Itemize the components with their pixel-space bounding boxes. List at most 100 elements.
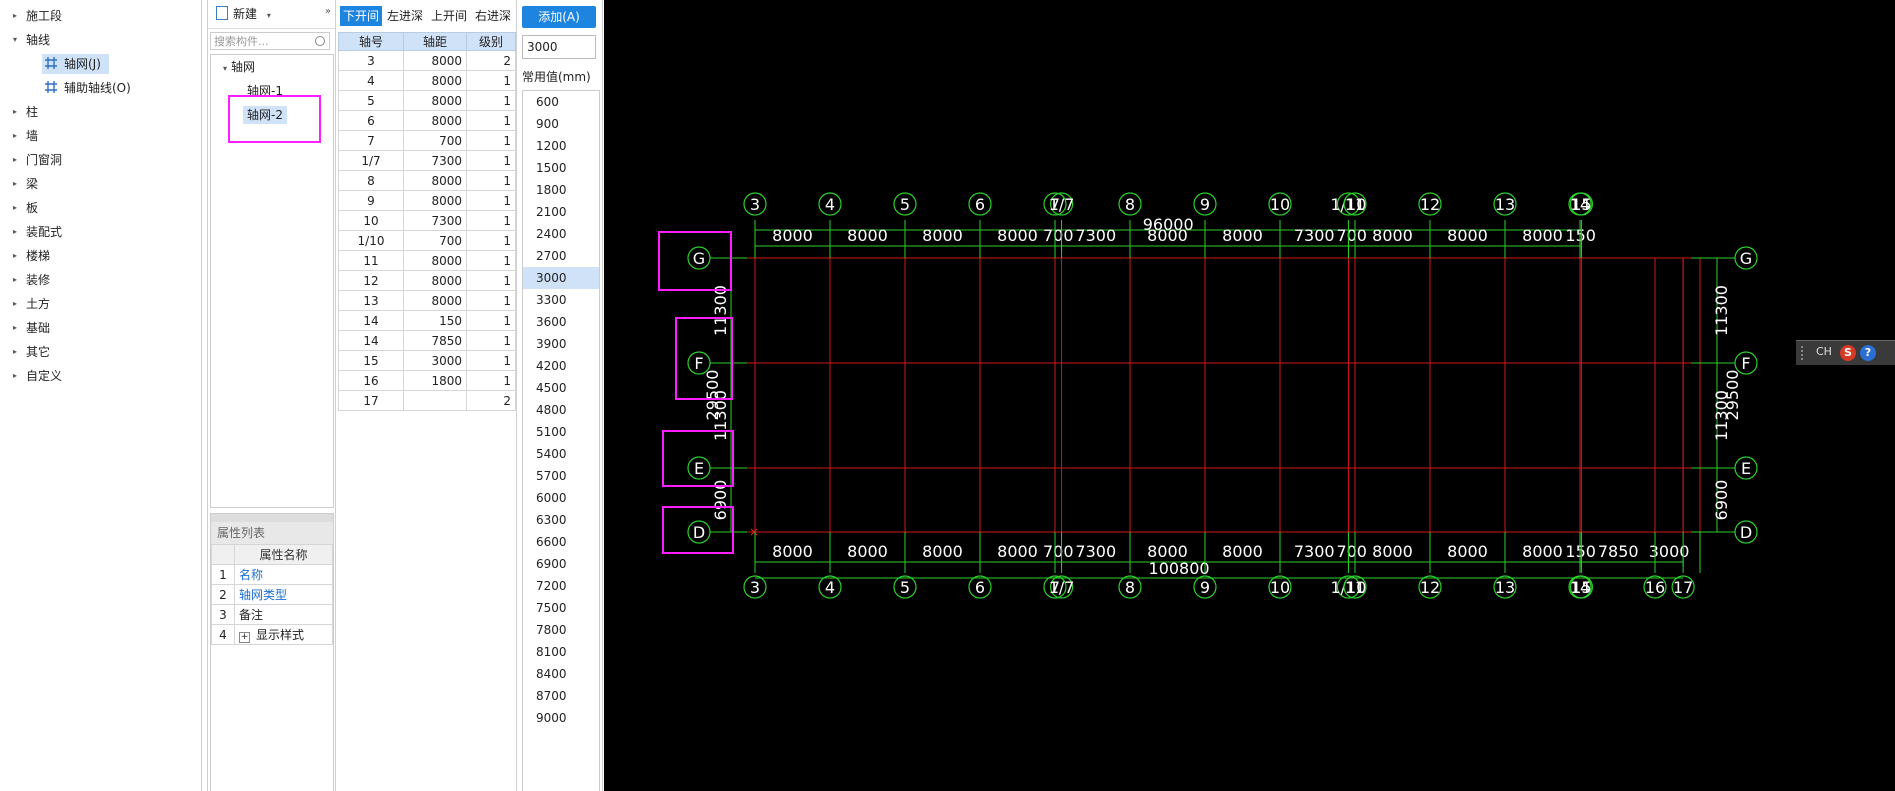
common-value-item[interactable]: 8400 [523,663,599,685]
axis-number-cell[interactable]: 1/10 [338,230,404,251]
axis-distance-cell[interactable]: 8000 [403,270,467,291]
ime-toolbar[interactable]: CH S ? [1796,340,1895,365]
collapsed-arrow-icon[interactable]: ▸ [13,172,23,196]
add-button[interactable]: 添加(A) [522,6,596,28]
axis-number-cell[interactable]: 11 [338,250,404,271]
search-icon[interactable] [315,36,325,46]
axis-number-cell[interactable]: 4 [338,70,404,91]
common-value-item[interactable]: 1800 [523,179,599,201]
axis-distance-cell[interactable]: 8000 [403,50,467,71]
axis-distance-cell[interactable]: 8000 [403,70,467,91]
axis-level-cell[interactable]: 1 [466,230,516,251]
tree-item[interactable]: ▸ 墙 [0,124,201,148]
tab-top-bay[interactable]: 上开间 [428,6,470,26]
common-value-item[interactable]: 2100 [523,201,599,223]
common-value-item[interactable]: 3300 [523,289,599,311]
tab-right-depth[interactable]: 右进深 [472,6,514,26]
collapsed-arrow-icon[interactable]: ▸ [13,100,23,124]
axis-level-cell[interactable]: 1 [466,370,516,391]
tree-item[interactable]: ▾ 轴线 [0,28,201,52]
common-value-item[interactable]: 6600 [523,531,599,553]
component-search-input[interactable]: 搜索构件... [210,32,330,50]
axis-distance-cell[interactable]: 7300 [403,150,467,171]
ime-language-label[interactable]: CH [1816,345,1832,358]
sogou-logo-icon[interactable]: S [1840,345,1856,361]
axis-table-row[interactable]: 14 7850 1 [338,330,516,351]
axis-level-cell[interactable]: 1 [466,290,516,311]
axis-table-row[interactable]: 7 700 1 [338,130,516,151]
axis-level-cell[interactable]: 1 [466,310,516,331]
axis-number-cell[interactable]: 13 [338,290,404,311]
common-value-item[interactable]: 900 [523,113,599,135]
collapsed-arrow-icon[interactable]: ▸ [13,340,23,364]
common-value-item[interactable]: 5400 [523,443,599,465]
axis-number-cell[interactable]: 14 [338,330,404,351]
common-value-item[interactable]: 9000 [523,707,599,729]
axis-distance-cell[interactable]: 8000 [403,250,467,271]
axis-number-cell[interactable]: 12 [338,270,404,291]
new-component-button[interactable]: 新建 ▾ [212,5,275,23]
collapsed-arrow-icon[interactable]: ▸ [13,292,23,316]
tree-item[interactable]: ▸ 土方 [0,292,201,316]
spacing-value-input[interactable]: 3000 [522,35,596,59]
collapsed-arrow-icon[interactable]: ▸ [13,124,23,148]
expand-plus-icon[interactable]: + [239,632,250,643]
axis-table-row[interactable]: 11 8000 1 [338,250,516,271]
common-value-item[interactable]: 6000 [523,487,599,509]
tree-item[interactable]: ▸ 楼梯 [0,244,201,268]
axis-table-row[interactable]: 10 7300 1 [338,210,516,231]
common-value-item[interactable]: 1500 [523,157,599,179]
axis-distance-cell[interactable]: 8000 [403,110,467,131]
axis-level-cell[interactable]: 1 [466,270,516,291]
axis-number-cell[interactable]: 5 [338,90,404,111]
tree-item[interactable]: ▸ 自定义 [0,364,201,388]
common-value-item[interactable]: 1200 [523,135,599,157]
axis-number-cell[interactable]: 6 [338,110,404,131]
help-icon[interactable]: ? [1860,345,1876,361]
axis-number-cell[interactable]: 15 [338,350,404,371]
common-value-item[interactable]: 7500 [523,597,599,619]
common-value-item[interactable]: 3600 [523,311,599,333]
axis-distance-cell[interactable]: 3000 [403,350,467,371]
common-value-item[interactable]: 7200 [523,575,599,597]
common-value-item[interactable]: 5100 [523,421,599,443]
tree-item[interactable]: ▸ 柱 [0,100,201,124]
tree-item[interactable]: ▸ 板 [0,196,201,220]
common-value-item[interactable]: 6300 [523,509,599,531]
axis-level-cell[interactable]: 1 [466,210,516,231]
axis-number-cell[interactable]: 10 [338,210,404,231]
axis-number-cell[interactable]: 14 [338,310,404,331]
axis-distance-cell[interactable] [403,390,467,411]
axis-table-row[interactable]: 1/7 7300 1 [338,150,516,171]
collapsed-arrow-icon[interactable]: ▸ [13,148,23,172]
axis-table-row[interactable]: 6 8000 1 [338,110,516,131]
axis-level-cell[interactable]: 1 [466,250,516,271]
axis-grid-drawing[interactable]: ×8000 8000 8000 8000 700 7300 8000 8000 7300 700 8… [604,0,1895,791]
axis-distance-cell[interactable]: 8000 [403,170,467,191]
axis-table-row[interactable]: 13 8000 1 [338,290,516,311]
axis-number-cell[interactable]: 9 [338,190,404,211]
common-value-item[interactable]: 2700 [523,245,599,267]
tree-item[interactable]: ▸ 基础 [0,316,201,340]
axis-number-cell[interactable]: 16 [338,370,404,391]
more-arrows-icon[interactable]: » [325,6,331,17]
axis-level-cell[interactable]: 2 [466,390,516,411]
tree-item[interactable]: ▸ 梁 [0,172,201,196]
axis-table-row[interactable]: 9 8000 1 [338,190,516,211]
expanded-arrow-icon[interactable]: ▾ [13,28,23,52]
common-value-item[interactable]: 6900 [523,553,599,575]
property-row[interactable]: 2 轴网类型 [211,584,333,605]
axis-level-cell[interactable]: 2 [466,50,516,71]
axis-number-cell[interactable]: 3 [338,50,404,71]
axis-distance-cell[interactable]: 7300 [403,210,467,231]
common-value-item[interactable]: 4500 [523,377,599,399]
tree-item[interactable]: ▸ 门窗洞 [0,148,201,172]
axis-level-cell[interactable]: 1 [466,350,516,371]
collapsed-arrow-icon[interactable]: ▸ [13,364,23,388]
axis-level-cell[interactable]: 1 [466,170,516,191]
common-value-item[interactable]: 2400 [523,223,599,245]
axis-table-row[interactable]: 16 1800 1 [338,370,516,391]
axis-table-row[interactable]: 12 8000 1 [338,270,516,291]
tab-bottom-bay[interactable]: 下开间 [340,6,383,26]
component-root-node[interactable]: ▾ 轴网 [211,55,333,79]
